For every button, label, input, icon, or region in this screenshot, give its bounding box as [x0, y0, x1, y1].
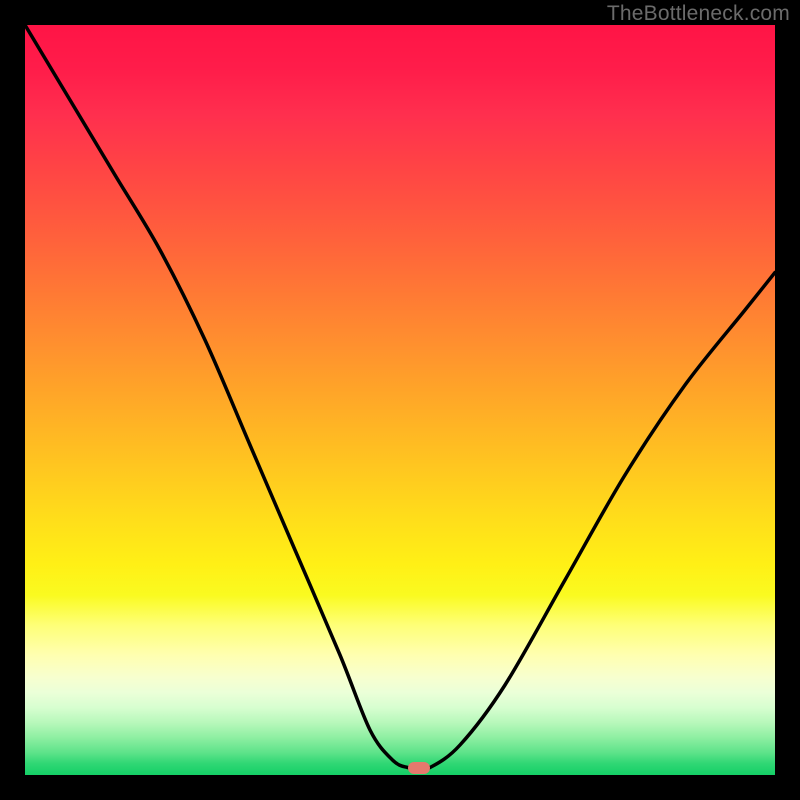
- curve-svg: [25, 25, 775, 775]
- optimum-marker: [408, 762, 430, 774]
- plot-area: [25, 25, 775, 775]
- bottleneck-curve-path: [25, 25, 775, 769]
- chart-frame: TheBottleneck.com: [0, 0, 800, 800]
- watermark-text: TheBottleneck.com: [607, 2, 790, 26]
